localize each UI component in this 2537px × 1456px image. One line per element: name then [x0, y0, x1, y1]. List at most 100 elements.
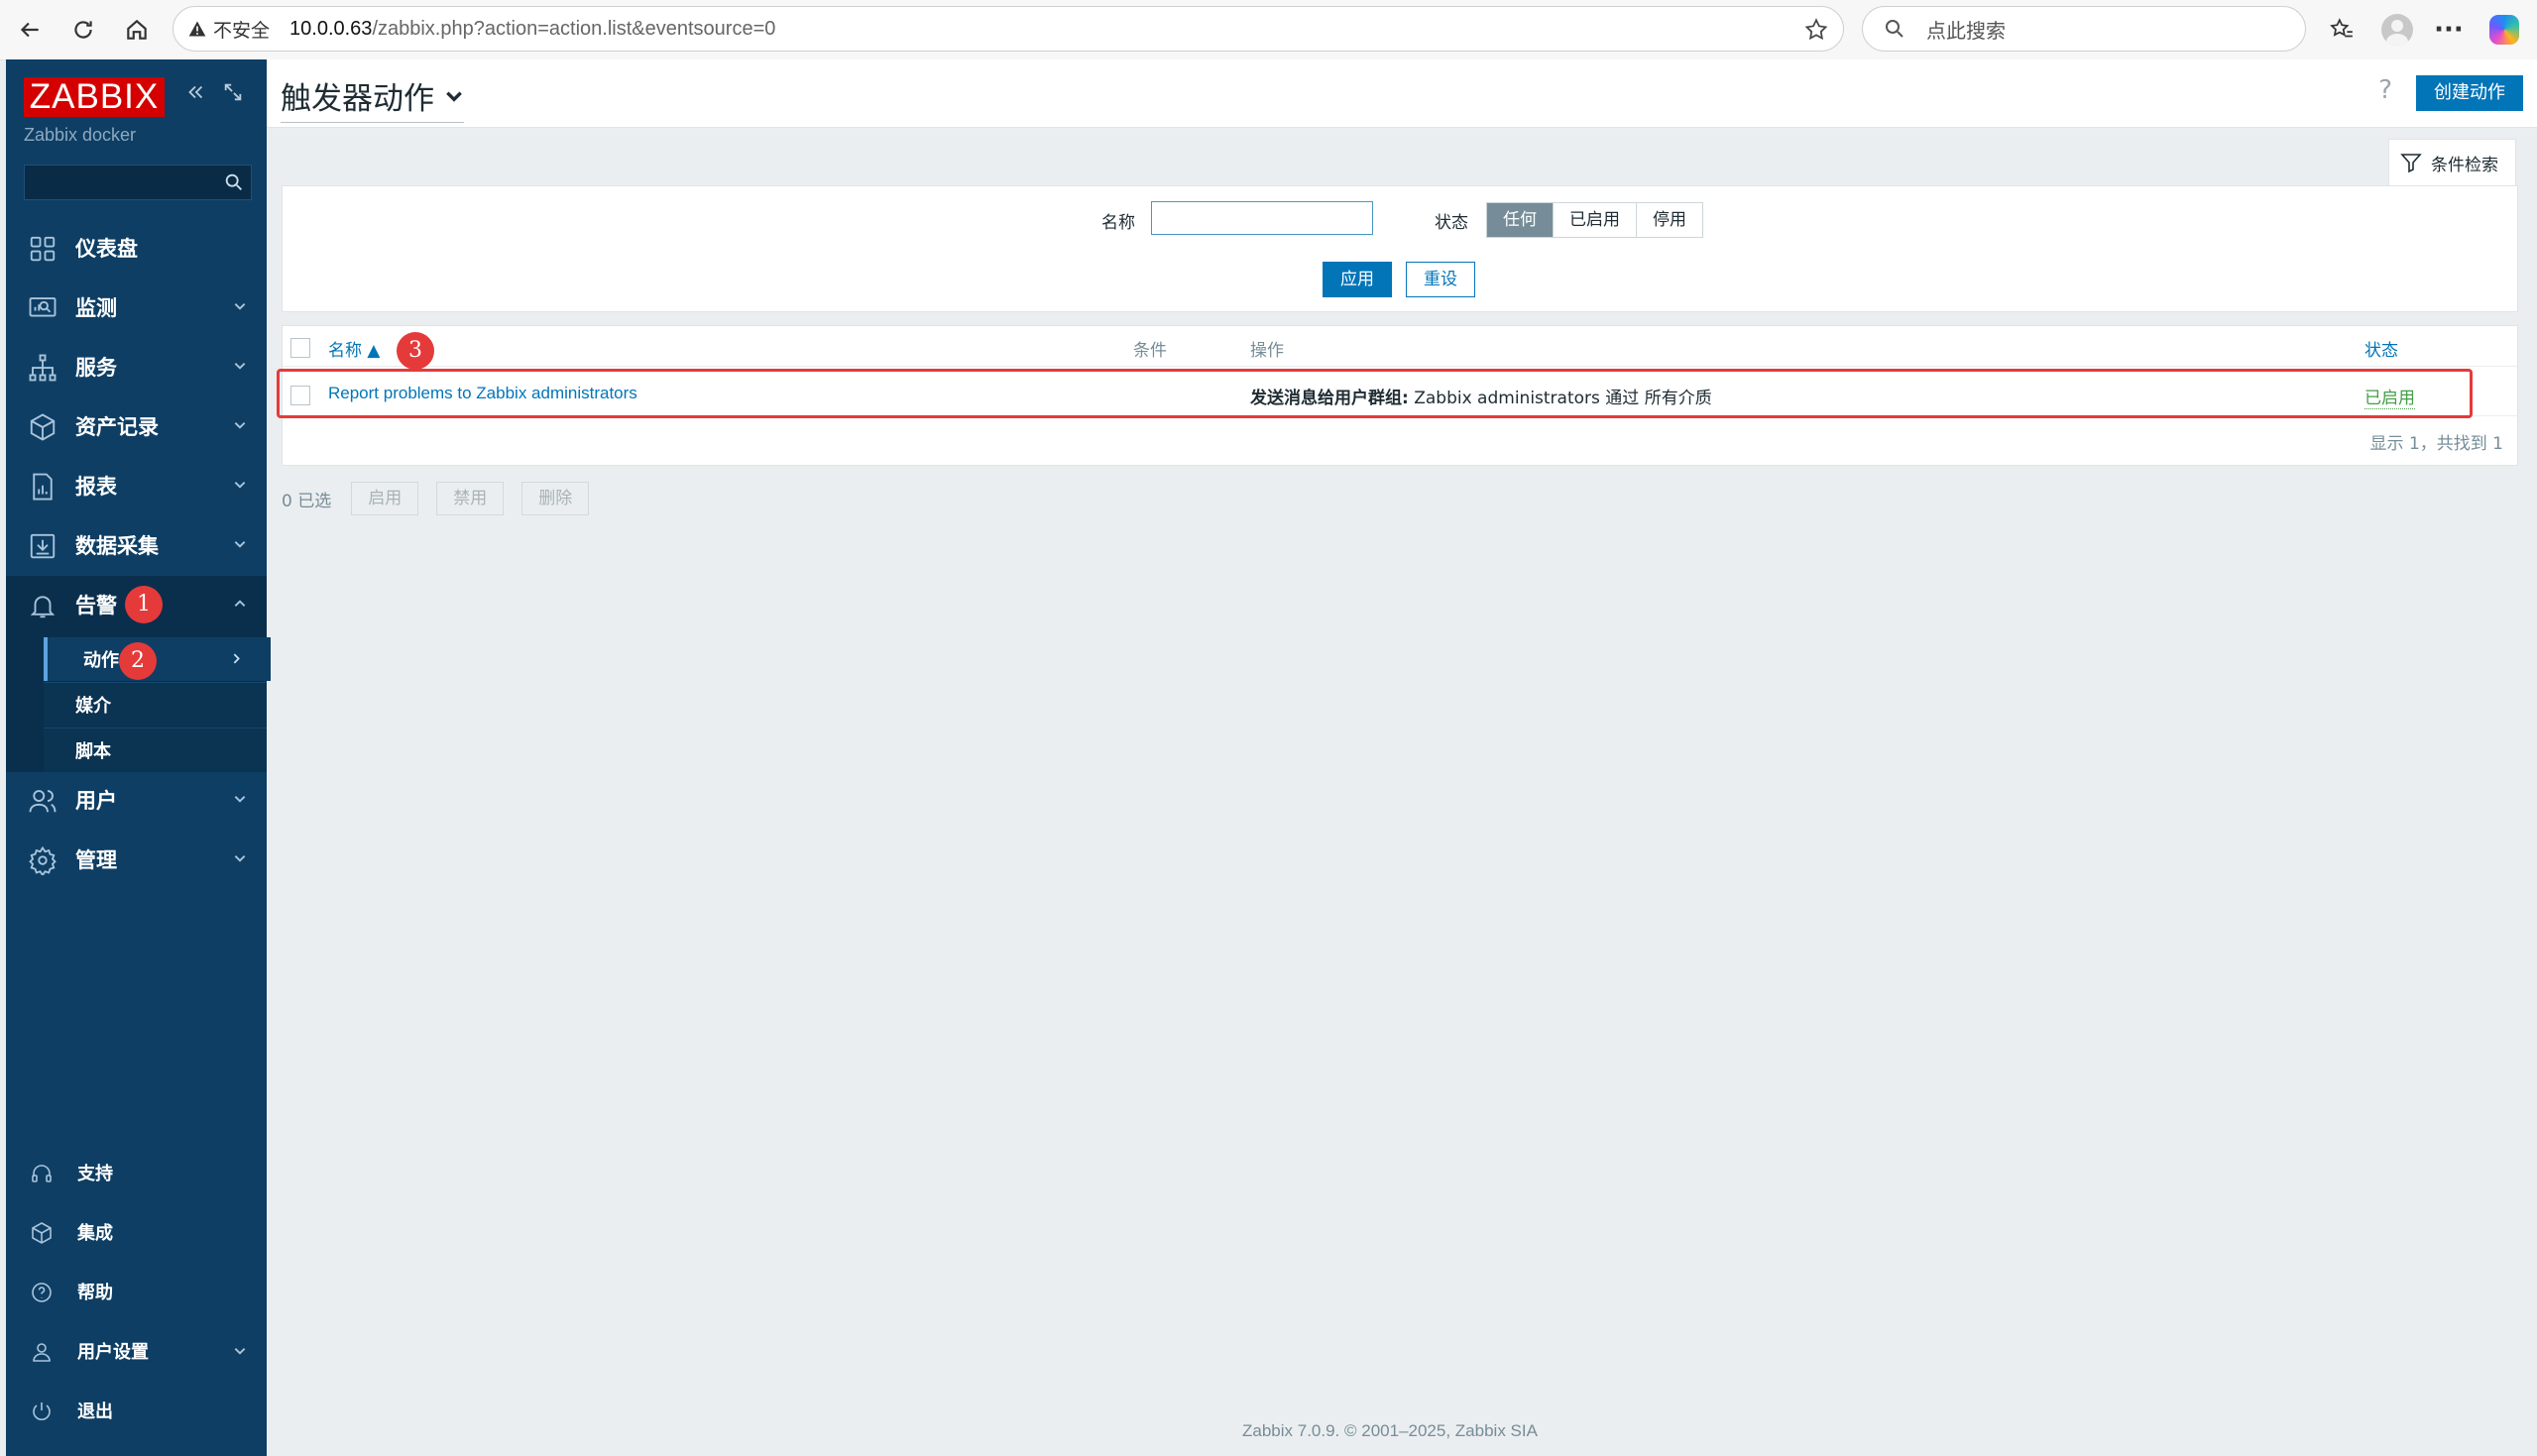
menu-label: 用户设置	[77, 1342, 149, 1363]
filter-icon	[2400, 154, 2422, 173]
power-icon	[33, 1402, 51, 1420]
reload-icon[interactable]	[65, 12, 101, 48]
create-action-button[interactable]: 创建动作	[2416, 75, 2523, 111]
warning-icon	[188, 21, 206, 37]
menu-label: 帮助	[77, 1283, 113, 1303]
submenu-scripts[interactable]: 脚本	[44, 728, 267, 772]
menu-inventory[interactable]: 资产记录	[6, 397, 267, 455]
column-header-status[interactable]: 状态	[2364, 336, 2398, 361]
delete-button[interactable]: 删除	[521, 482, 590, 515]
reset-button[interactable]: 重设	[1406, 262, 1475, 297]
filter-name-label: 名称	[1101, 213, 1135, 233]
data-collection-icon	[30, 533, 56, 559]
menu-label: 支持	[77, 1164, 113, 1184]
column-header-name[interactable]: 名称 ▲	[328, 336, 380, 361]
back-icon[interactable]	[12, 12, 48, 48]
dashboard-icon	[30, 236, 56, 262]
favorite-star-icon[interactable]	[1803, 17, 1829, 43]
sidebar: ZABBIX Zabbix docker 仪表盘 监测 服务 资产记录 报表 数…	[6, 59, 271, 1456]
filter-tab[interactable]: 条件检索	[2388, 139, 2516, 185]
address-bar[interactable]: 不安全 10.0.0.63/zabbix.php?action=action.l…	[173, 6, 1844, 52]
menu-label: 服务	[75, 356, 117, 380]
home-icon[interactable]	[119, 12, 155, 48]
table-count: 显示 1，共找到 1	[2369, 434, 2503, 454]
filter-tab-label: 条件检索	[2431, 155, 2498, 175]
chevron-down-icon	[234, 363, 246, 370]
menu-integrations[interactable]: 集成	[6, 1205, 267, 1259]
submenu-media[interactable]: 媒介	[44, 683, 267, 727]
menu-label: 资产记录	[75, 415, 159, 439]
favorites-icon[interactable]	[2324, 12, 2360, 48]
divider	[283, 366, 2517, 367]
column-header-conditions: 条件	[1133, 341, 1167, 361]
annotation-badge-1: 1	[125, 586, 163, 623]
inventory-icon	[30, 413, 56, 441]
menu-user-settings[interactable]: 用户设置	[6, 1324, 267, 1378]
search-icon[interactable]	[223, 171, 245, 193]
page-title-dropdown[interactable]: 触发器动作	[281, 73, 464, 123]
users-icon	[29, 790, 57, 813]
copilot-icon[interactable]	[2486, 12, 2522, 48]
user-icon	[33, 1343, 51, 1362]
chevron-down-icon	[234, 482, 246, 489]
chevron-down-icon	[234, 855, 246, 862]
browser-search-placeholder: 点此搜索	[1926, 18, 2006, 43]
zabbix-logo[interactable]: ZABBIX	[24, 77, 165, 117]
submenu-label: 媒介	[75, 696, 111, 717]
menu-reports[interactable]: 报表	[6, 457, 267, 514]
sidebar-search-input[interactable]	[24, 165, 252, 200]
status-option-enabled[interactable]: 已启用	[1553, 203, 1636, 237]
chevron-down-icon	[234, 303, 246, 310]
annotation-badge-3: 3	[397, 332, 434, 370]
bulk-actions: 0 已选 启用 禁用 删除	[282, 482, 590, 515]
status-option-disabled[interactable]: 停用	[1636, 203, 1702, 237]
menu-label: 退出	[77, 1401, 113, 1422]
profile-avatar-icon[interactable]	[2379, 12, 2415, 48]
menu-sign-out[interactable]: 退出	[6, 1384, 267, 1437]
reports-icon	[33, 473, 53, 501]
menu-label: 集成	[77, 1223, 113, 1244]
submenu-actions[interactable]: 动作	[44, 637, 271, 681]
disable-button[interactable]: 禁用	[436, 482, 505, 515]
menu-monitoring[interactable]: 监测	[6, 279, 267, 336]
menu-label: 监测	[75, 296, 117, 320]
page-header: 触发器动作 ? 创建动作	[267, 59, 2537, 128]
menu-services[interactable]: 服务	[6, 338, 267, 395]
help-icon	[32, 1283, 52, 1302]
menu-administration[interactable]: 管理	[6, 831, 267, 888]
annotation-highlight	[277, 369, 2473, 418]
column-header-operations: 操作	[1250, 341, 1284, 361]
submenu-label: 动作	[83, 650, 119, 671]
menu-label: 报表	[75, 475, 117, 499]
page-title: 触发器动作	[281, 81, 434, 117]
chevron-right-icon	[233, 653, 240, 664]
security-label: 不安全	[213, 19, 271, 42]
menu-help[interactable]: 帮助	[6, 1265, 267, 1318]
help-button[interactable]: ?	[2378, 75, 2392, 105]
status-option-any[interactable]: 任何	[1487, 203, 1553, 237]
filter-status-label: 状态	[1435, 213, 1468, 233]
menu-dashboard[interactable]: 仪表盘	[6, 219, 267, 277]
kiosk-mode-icon[interactable]	[222, 81, 244, 103]
submenu-label: 脚本	[75, 741, 111, 762]
browser-search-box[interactable]: 点此搜索	[1862, 6, 2306, 52]
collapse-sidebar-icon[interactable]	[184, 81, 206, 103]
filter-name-input[interactable]	[1151, 201, 1373, 235]
headset-icon	[32, 1165, 52, 1182]
menu-users[interactable]: 用户	[6, 771, 267, 829]
menu-label: 数据采集	[75, 534, 159, 558]
page-footer: Zabbix 7.0.9. © 2001–2025, Zabbix SIA	[1242, 1421, 1538, 1440]
url-host: 10.0.0.63	[289, 17, 373, 40]
menu-label: 告警	[75, 594, 117, 617]
menu-support[interactable]: 支持	[6, 1146, 267, 1199]
menu-data-collection[interactable]: 数据采集	[6, 516, 267, 574]
select-all-checkbox[interactable]	[290, 338, 310, 358]
browser-toolbar: 不安全 10.0.0.63/zabbix.php?action=action.l…	[0, 0, 2537, 60]
apply-button[interactable]: 应用	[1323, 262, 1392, 297]
enable-button[interactable]: 启用	[351, 482, 419, 515]
chevron-up-icon	[234, 600, 246, 607]
security-indicator[interactable]: 不安全	[187, 16, 270, 43]
annotation-badge-2: 2	[119, 642, 157, 680]
more-menu-icon[interactable]: ···	[2431, 12, 2467, 48]
chevron-down-icon	[234, 422, 246, 429]
